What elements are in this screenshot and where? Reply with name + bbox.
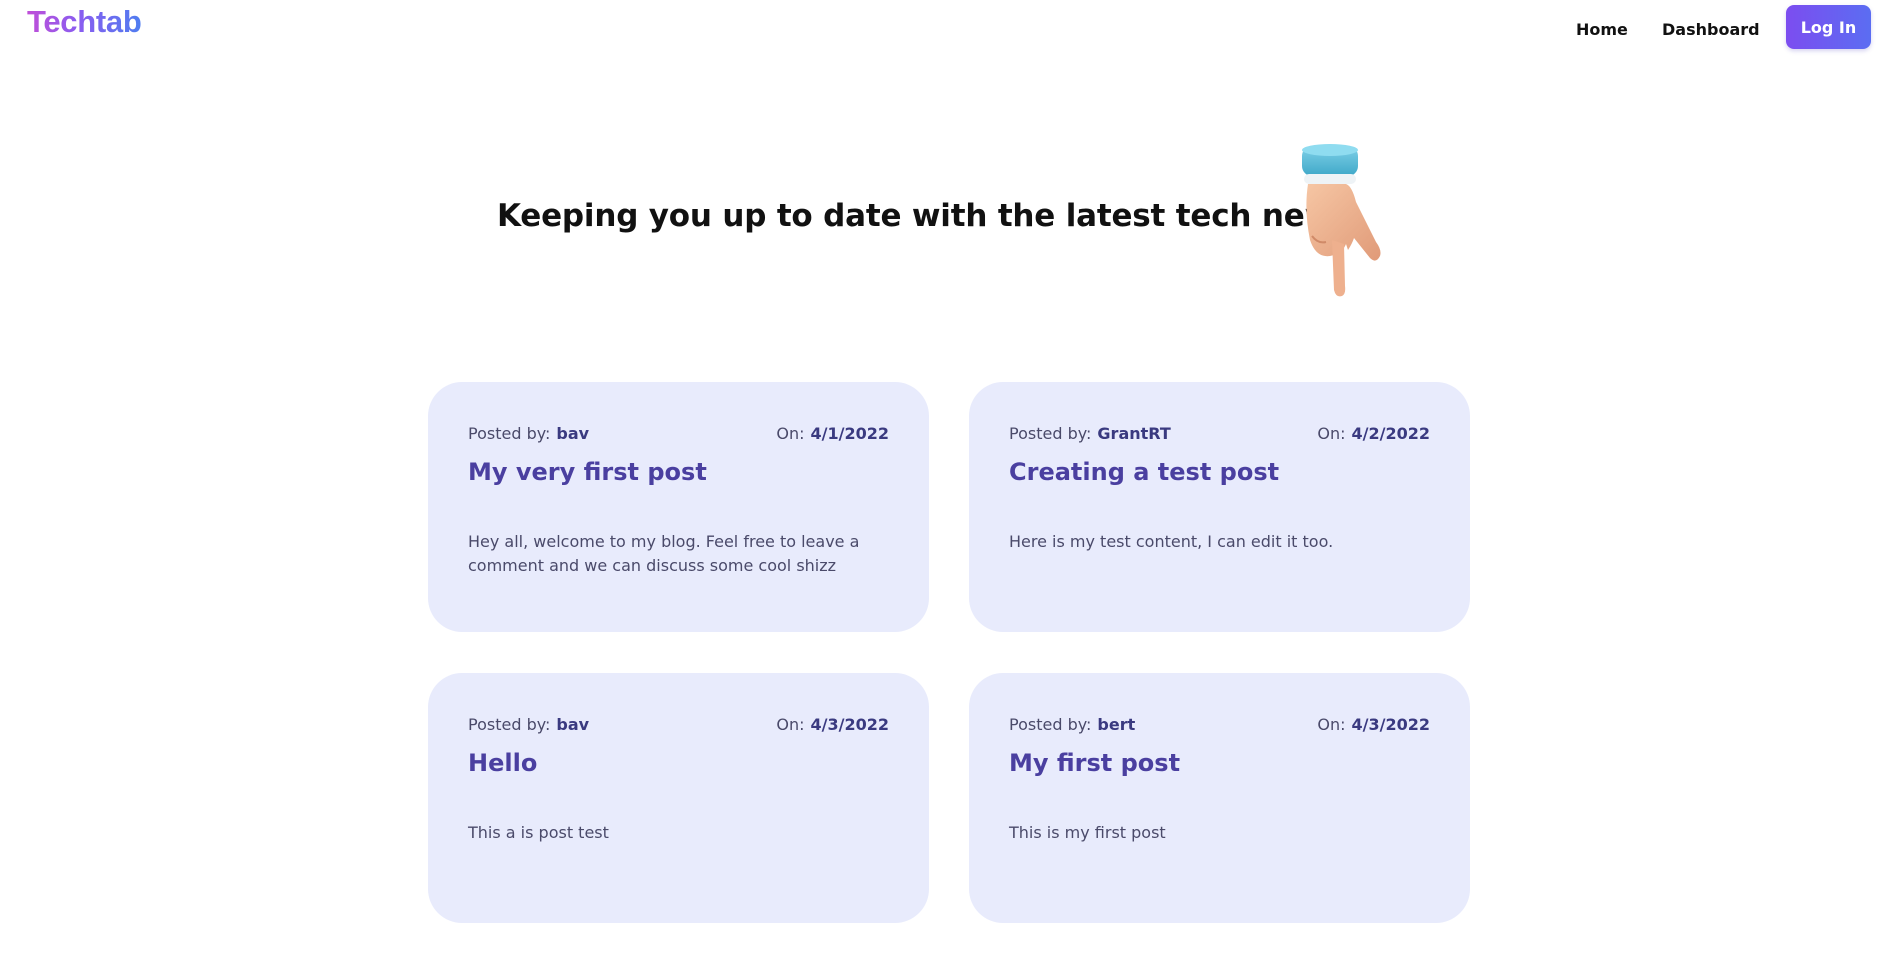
post-meta: Posted by: bert On: 4/3/2022 <box>1009 715 1430 737</box>
post-content: Here is my test content, I can edit it t… <box>1009 532 1334 551</box>
author-name: bav <box>556 715 590 734</box>
logo[interactable]: Techtab <box>27 4 142 40</box>
date-value: 4/1/2022 <box>810 424 889 443</box>
post-meta: Posted by: GrantRT On: 4/2/2022 <box>1009 424 1430 446</box>
author-name: bav <box>556 424 590 443</box>
date-value: 4/3/2022 <box>1351 715 1430 734</box>
post-author: Posted by: GrantRT <box>1009 424 1171 443</box>
date-value: 4/3/2022 <box>810 715 889 734</box>
author-name: bert <box>1097 715 1136 734</box>
nav-home-link[interactable]: Home <box>1576 20 1628 39</box>
post-content: This is my first post <box>1009 823 1166 842</box>
post-date: On: 4/1/2022 <box>776 424 889 443</box>
post-title[interactable]: My first post <box>1009 749 1180 777</box>
post-card[interactable]: Posted by: GrantRT On: 4/2/2022 Creating a… <box>969 382 1470 632</box>
post-card[interactable]: Posted by: bert On: 4/3/2022 My first post… <box>969 673 1470 923</box>
post-author: Posted by: bav <box>468 424 590 443</box>
post-card[interactable]: Posted by: bav On: 4/3/2022 Hello This a i… <box>428 673 929 923</box>
post-author: Posted by: bav <box>468 715 590 734</box>
post-author: Posted by: bert <box>1009 715 1136 734</box>
login-button[interactable]: Log In <box>1786 5 1871 49</box>
post-content: This a is post test <box>468 823 609 842</box>
post-date: On: 4/3/2022 <box>776 715 889 734</box>
post-meta: Posted by: bav On: 4/3/2022 <box>468 715 889 737</box>
post-content: Hey all, welcome to my blog. Feel free t… <box>468 532 860 575</box>
nav-dashboard-link[interactable]: Dashboard <box>1662 20 1760 39</box>
post-title[interactable]: Hello <box>468 749 537 777</box>
pointing-hand-icon <box>1302 144 1381 297</box>
post-meta: Posted by: bav On: 4/1/2022 <box>468 424 889 446</box>
post-date: On: 4/2/2022 <box>1317 424 1430 443</box>
post-title[interactable]: My very first post <box>468 458 707 486</box>
post-card[interactable]: Posted by: bav On: 4/1/2022 My very first … <box>428 382 929 632</box>
date-value: 4/2/2022 <box>1351 424 1430 443</box>
hero-title: Keeping you up to date with the latest t… <box>497 198 1352 234</box>
navbar: Techtab Home Dashboard Log In <box>0 0 1897 64</box>
author-name: GrantRT <box>1097 424 1171 443</box>
post-date: On: 4/3/2022 <box>1317 715 1430 734</box>
post-title[interactable]: Creating a test post <box>1009 458 1279 486</box>
